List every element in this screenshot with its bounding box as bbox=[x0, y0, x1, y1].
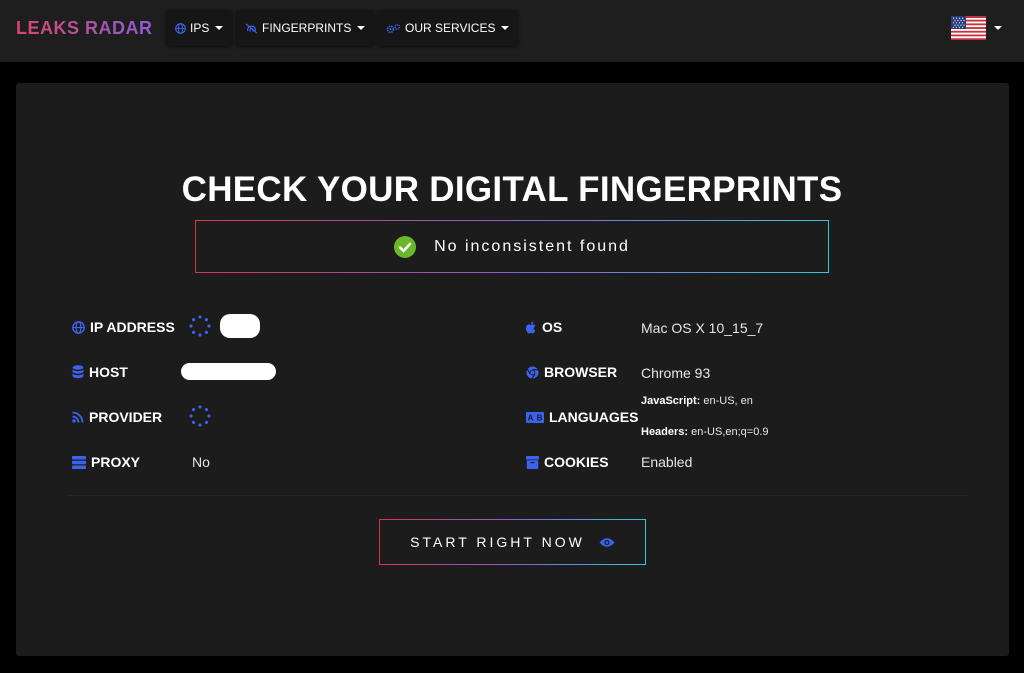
main-card bbox=[16, 83, 1009, 656]
navbar: LEAKS RADAR IPS FINGERPRINTS OUR SERVICE… bbox=[0, 0, 1024, 62]
apple-icon bbox=[526, 321, 536, 333]
languages-headers-value: Headers: en-US,en;q=0.9 bbox=[641, 426, 769, 438]
field-label: OS bbox=[542, 319, 563, 335]
proxy-value: No bbox=[192, 454, 210, 470]
field-label: PROXY bbox=[91, 454, 141, 470]
divider bbox=[68, 495, 968, 496]
cookies-value: Enabled bbox=[641, 454, 693, 470]
nav-fingerprints-dropdown[interactable]: FINGERPRINTS bbox=[236, 10, 375, 46]
database-icon bbox=[72, 365, 84, 379]
status-banner: No inconsistent found bbox=[195, 220, 829, 273]
page-title: CHECK YOUR DIGITAL FINGERPRINTS bbox=[181, 170, 843, 209]
chevron-down-icon bbox=[501, 26, 510, 30]
brand-logo[interactable]: LEAKS RADAR bbox=[16, 18, 153, 39]
field-label: IP ADDRESS bbox=[90, 319, 175, 335]
redacted-ip-value bbox=[220, 314, 260, 338]
loading-spinner-icon bbox=[189, 405, 211, 427]
field-os: OS bbox=[526, 315, 562, 339]
nav-ips-dropdown[interactable]: IPS bbox=[166, 10, 233, 46]
field-provider: PROVIDER bbox=[72, 405, 162, 429]
svg-text:A: A bbox=[528, 413, 534, 422]
start-right-now-button[interactable]: START RIGHT NOW bbox=[379, 519, 646, 565]
chevron-down-icon bbox=[215, 26, 224, 30]
globe-icon bbox=[72, 320, 85, 334]
language-selector[interactable] bbox=[951, 16, 1002, 40]
nav-fingerprints-label: FINGERPRINTS bbox=[262, 21, 352, 35]
loading-spinner-icon bbox=[189, 315, 211, 337]
field-label: COOKIES bbox=[544, 454, 609, 470]
us-flag-icon bbox=[951, 16, 986, 40]
field-label: BROWSER bbox=[544, 364, 618, 380]
os-value: Mac OS X 10_15_7 bbox=[641, 320, 764, 336]
cta-label: START RIGHT NOW bbox=[410, 534, 585, 550]
language-icon: AB bbox=[526, 411, 544, 423]
field-label: LANGUAGES bbox=[549, 409, 639, 425]
field-host: HOST bbox=[72, 360, 128, 384]
js-value: en-US, en bbox=[703, 395, 753, 407]
field-cookies: COOKIES bbox=[526, 450, 609, 474]
server-icon bbox=[72, 455, 86, 469]
js-label: JavaScript: bbox=[641, 395, 701, 407]
check-circle-icon bbox=[394, 235, 417, 258]
status-text: No inconsistent found bbox=[434, 237, 630, 255]
fingerprint-icon bbox=[245, 22, 258, 34]
field-proxy: PROXY bbox=[72, 450, 140, 474]
browser-value: Chrome 93 bbox=[641, 365, 711, 381]
nav-services-label: OUR SERVICES bbox=[405, 21, 496, 35]
field-label: HOST bbox=[89, 364, 128, 380]
chrome-icon bbox=[526, 365, 539, 379]
languages-javascript-value: JavaScript: en-US, en bbox=[641, 395, 753, 407]
field-browser: BROWSER bbox=[526, 360, 617, 384]
field-label: PROVIDER bbox=[89, 409, 163, 425]
rss-icon bbox=[72, 411, 84, 423]
headers-label: Headers: bbox=[641, 426, 689, 438]
chevron-down-icon bbox=[357, 26, 366, 30]
archive-icon bbox=[526, 455, 539, 469]
nav-services-dropdown[interactable]: OUR SERVICES bbox=[377, 10, 519, 46]
field-languages: AB LANGUAGES bbox=[526, 405, 638, 429]
svg-text:B: B bbox=[537, 413, 543, 422]
globe-icon bbox=[175, 22, 186, 34]
field-ip-address: IP ADDRESS bbox=[72, 315, 175, 339]
eye-icon bbox=[599, 537, 615, 547]
redacted-host-value bbox=[181, 363, 276, 380]
nav-ips-label: IPS bbox=[190, 21, 210, 35]
headers-value: en-US,en;q=0.9 bbox=[691, 426, 769, 438]
chevron-down-icon bbox=[994, 26, 1002, 30]
gears-icon bbox=[386, 23, 401, 33]
